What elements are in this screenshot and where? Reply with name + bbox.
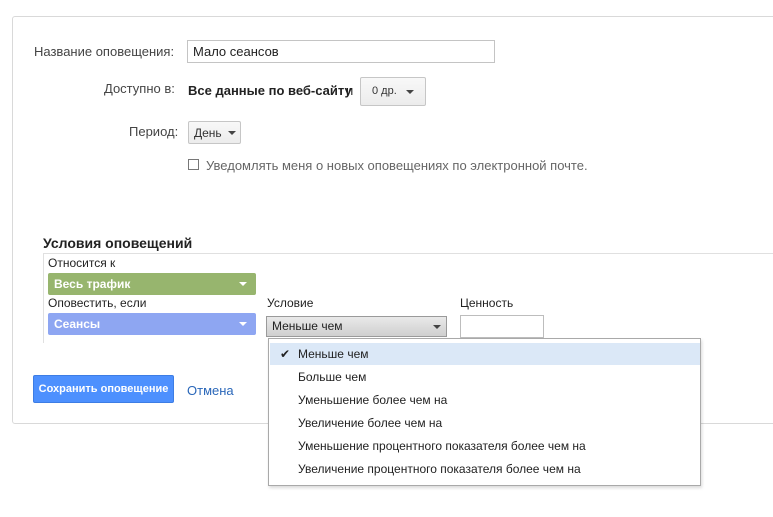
condition-option[interactable]: Увеличение более чем на: [270, 412, 700, 434]
condition-option[interactable]: ✔ Меньше чем: [270, 343, 700, 365]
save-alert-button[interactable]: Сохранить оповещение: [33, 375, 174, 403]
period-label: Период:: [129, 124, 179, 139]
condition-option[interactable]: Увеличение процентного показателя более …: [270, 458, 700, 480]
value-input[interactable]: [460, 315, 544, 338]
applies-to-label: Относится к: [48, 256, 116, 270]
cancel-link[interactable]: Отмена: [187, 383, 234, 398]
chevron-down-icon: [433, 325, 441, 329]
condition-option-label: Увеличение более чем на: [298, 416, 443, 430]
alert-name-input[interactable]: [187, 40, 495, 63]
available-in-label: Доступно в:: [104, 81, 175, 96]
condition-option-label: Меньше чем: [298, 347, 369, 361]
available-and-text: и: [346, 83, 354, 98]
value-label: Ценность: [460, 296, 514, 310]
condition-value: Меньше чем: [272, 319, 343, 333]
condition-dropdown-menu: ✔ Меньше чем Больше чем Уменьшение более…: [268, 338, 701, 486]
available-scope: Все данные по веб-сайту: [188, 83, 352, 98]
notify-if-label: Оповестить, если: [48, 296, 147, 310]
chevron-down-icon: [239, 322, 247, 326]
notify-if-select[interactable]: Сеансы: [48, 313, 256, 335]
other-views-button[interactable]: 0 др.: [360, 77, 426, 106]
applies-to-value: Весь трафик: [54, 277, 131, 291]
condition-option-label: Уменьшение процентного показателя более …: [298, 439, 586, 453]
other-views-label: 0 др.: [372, 85, 397, 97]
email-notify-checkbox[interactable]: [188, 159, 199, 170]
applies-to-select[interactable]: Весь трафик: [48, 273, 256, 295]
chevron-down-icon: [406, 90, 414, 94]
condition-label: Условие: [267, 296, 314, 310]
period-select[interactable]: День: [188, 121, 241, 144]
condition-option-label: Увеличение процентного показателя более …: [298, 462, 581, 476]
chevron-down-icon: [228, 131, 236, 135]
notify-if-value: Сеансы: [54, 317, 101, 331]
check-icon: ✔: [280, 347, 291, 361]
condition-option-label: Больше чем: [298, 370, 367, 384]
alert-conditions-title: Условия оповещений: [43, 235, 193, 251]
period-value: День: [194, 126, 222, 140]
condition-select[interactable]: Меньше чем: [266, 316, 447, 337]
alert-name-label: Название оповещения:: [34, 44, 175, 59]
chevron-down-icon: [239, 282, 247, 286]
condition-option[interactable]: Уменьшение более чем на: [270, 389, 700, 411]
condition-option-label: Уменьшение более чем на: [298, 393, 448, 407]
email-notify-label: Уведомлять меня о новых оповещениях по э…: [206, 158, 588, 173]
condition-option[interactable]: Уменьшение процентного показателя более …: [270, 435, 700, 457]
condition-option[interactable]: Больше чем: [270, 366, 700, 388]
